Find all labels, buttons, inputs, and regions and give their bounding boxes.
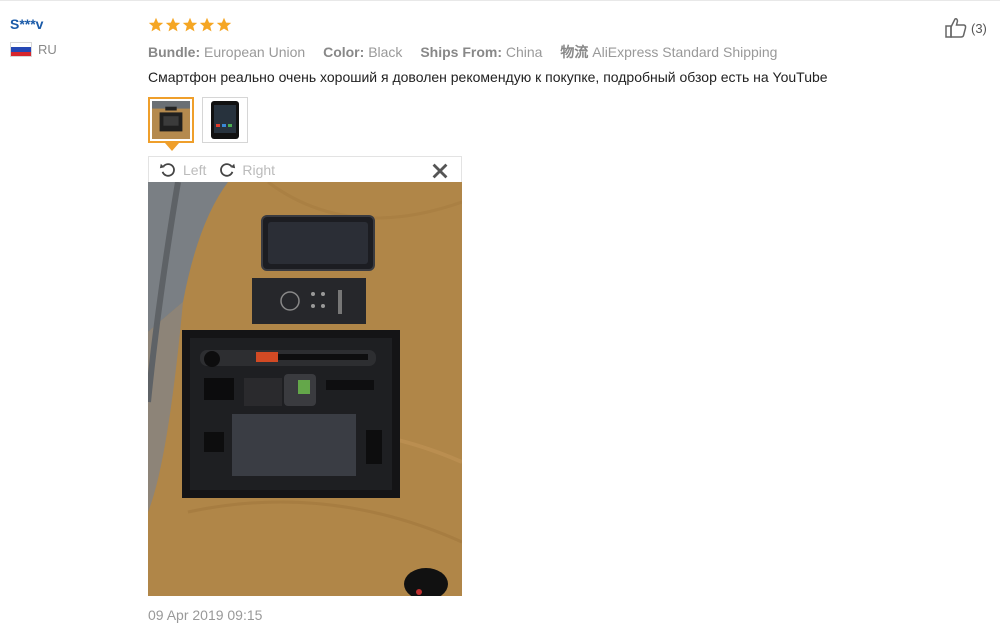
russia-flag-icon <box>10 42 32 57</box>
thumbnail-photo <box>152 101 190 139</box>
star-icon <box>148 17 164 32</box>
helpful-count: (3) <box>971 20 987 36</box>
close-icon[interactable] <box>431 162 449 180</box>
review-image-thumbnail[interactable] <box>202 97 248 143</box>
thumbnail-photo <box>205 100 245 140</box>
thumbs-up-icon <box>945 18 967 38</box>
attribute-color: Color: Black <box>323 44 403 60</box>
star-icon <box>199 17 215 32</box>
divider <box>0 0 1000 1</box>
review-date: 09 Apr 2019 09:15 <box>148 607 263 623</box>
attribute-ships-from: Ships From: China <box>420 44 543 60</box>
review-text: Смартфон реально очень хороший я доволен… <box>148 69 828 85</box>
review-photo <box>148 182 462 596</box>
star-rating <box>148 16 928 34</box>
reviewer-country: RU <box>10 42 130 57</box>
viewer-toolbar: Left Right <box>148 156 462 182</box>
star-icon <box>165 17 181 32</box>
review-image-thumbnails <box>148 97 928 151</box>
review-body: Bundle: European Union Color: Black Ship… <box>148 16 928 151</box>
order-attributes: Bundle: European Union Color: Black Ship… <box>148 42 928 60</box>
country-code: RU <box>38 42 57 57</box>
reviewer-info: S***v RU <box>10 16 130 57</box>
rotate-left-button[interactable]: Left <box>159 161 206 179</box>
image-viewer: Left Right <box>148 156 462 596</box>
attribute-bundle: Bundle: European Union <box>148 44 306 60</box>
star-icon <box>216 17 232 32</box>
review-image-thumbnail[interactable] <box>148 97 194 151</box>
star-icon <box>182 17 198 32</box>
rotate-right-icon <box>220 162 236 177</box>
rotate-right-button[interactable]: Right <box>218 161 275 179</box>
rotate-left-icon <box>159 162 175 177</box>
reviewer-name[interactable]: S***v <box>10 16 130 32</box>
helpful-button[interactable]: (3) <box>944 16 987 40</box>
attribute-logistics: 物流 AliExpress Standard Shipping <box>560 44 778 60</box>
